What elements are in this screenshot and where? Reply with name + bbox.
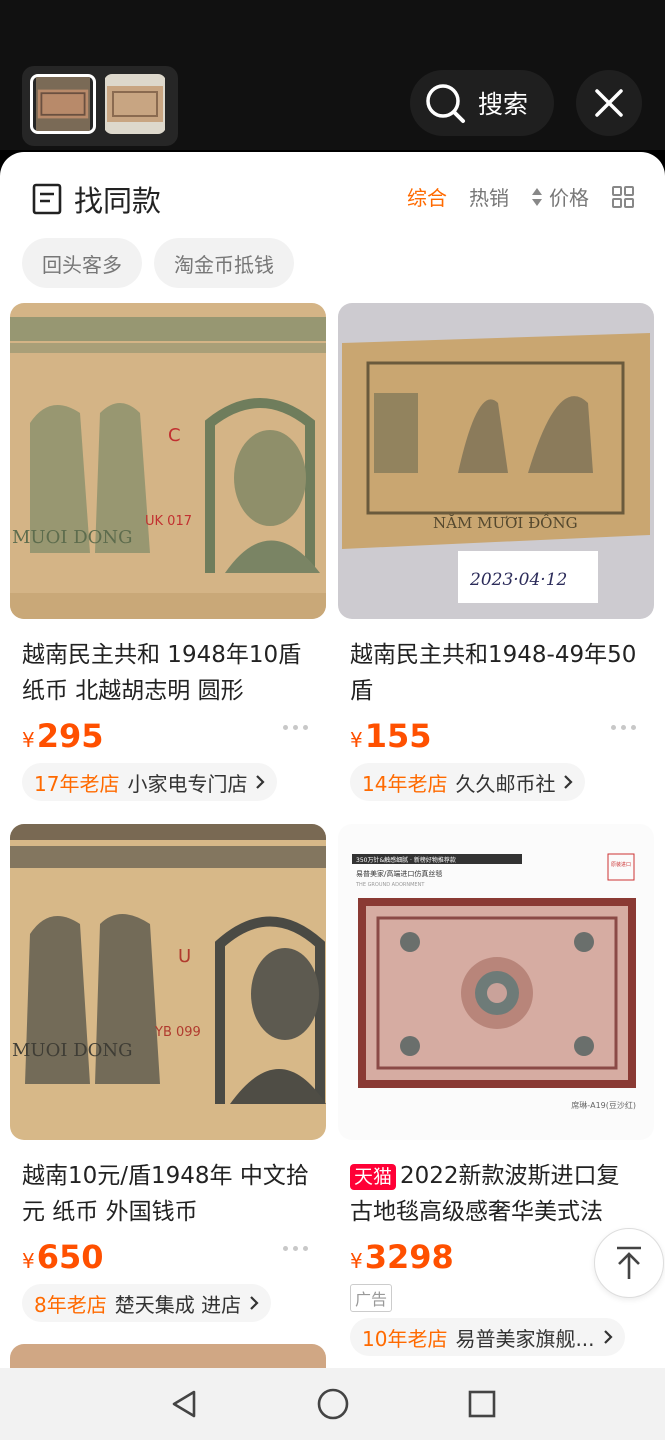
chevron-right-icon <box>256 775 266 789</box>
title-wrap: 找同款 <box>32 178 161 220</box>
camera-top-bar: 搜索 <box>0 0 665 150</box>
product-price: 155 <box>364 717 432 755</box>
shop-link[interactable]: 14年老店 久久邮币社 <box>350 763 586 801</box>
shop-link[interactable]: 17年老店 小家电专门店 <box>22 763 278 801</box>
currency-symbol: ¥ <box>22 1249 35 1273</box>
shop-age: 17年老店 <box>34 771 120 796</box>
list-icon <box>32 183 62 215</box>
close-icon <box>595 89 623 117</box>
product-title: 越南民主共和 1948年10盾 纸币 北越胡志明 圆形 <box>22 642 302 704</box>
thumbnail-1[interactable] <box>30 74 96 134</box>
svg-text:U: U <box>178 946 191 967</box>
price-row: ¥ 650 <box>22 1238 314 1278</box>
price-row: ¥ 295 <box>22 717 314 757</box>
shop-name: 易普美家旗舰... <box>455 1326 595 1351</box>
shop-link[interactable]: 8年老店 楚天集成 进店 <box>22 1284 272 1322</box>
ad-stamp-text: 原装进口 <box>611 861 631 868</box>
shop-age: 8年老店 <box>34 1292 107 1317</box>
currency-symbol: ¥ <box>22 728 35 752</box>
product-title: 天猫 2022新款波斯进口复古地毯高级感奢华美式法 <box>350 1158 642 1230</box>
recents-square-icon[interactable] <box>467 1389 497 1419</box>
shop-name: 小家电专门店 <box>127 771 248 796</box>
currency-symbol: ¥ <box>350 728 363 752</box>
sheet-title: 找同款 <box>74 184 162 218</box>
shop-age: 10年老店 <box>362 1326 448 1351</box>
banknote-image-icon: C UK 017 MUOI DONG <box>10 303 326 619</box>
chevron-right-icon <box>250 1296 259 1310</box>
chip-taojinbi[interactable]: 淘金币抵钱 <box>154 238 294 288</box>
shop-link[interactable]: 10年老店 易普美家旗舰... <box>350 1318 625 1356</box>
search-button[interactable]: 搜索 <box>410 70 554 136</box>
banknote-image-icon: U YB 099 MUOI DONG <box>10 824 326 1140</box>
search-image-thumbnails <box>22 66 178 146</box>
shop-name: 久久邮币社 <box>455 771 556 796</box>
photo-date-label: 2023·04·12 <box>469 570 567 590</box>
product-image-partial[interactable] <box>10 1344 326 1368</box>
currency-symbol: ¥ <box>350 1249 363 1273</box>
product-price: 650 <box>36 1238 104 1276</box>
shop-age: 14年老店 <box>362 771 448 796</box>
product-card[interactable]: C UK 017 MUOI DONG 越南民主共和 1948年10盾 纸币 北越… <box>10 303 326 801</box>
chip-repeat-customers[interactable]: 回头客多 <box>22 238 142 288</box>
find-same-sheet: 找同款 综合 热销 价格 回头客多 淘金币抵钱 C UK 017 MUOI DO… <box>0 152 665 1368</box>
filter-chips: 回头客多 淘金币抵钱 <box>22 238 294 288</box>
svg-text:MUOI DONG: MUOI DONG <box>12 527 133 548</box>
close-button[interactable] <box>576 70 642 136</box>
product-price: 3298 <box>364 1238 454 1276</box>
shop-name: 楚天集成 进店 <box>114 1292 242 1317</box>
system-nav-bar <box>0 1368 665 1440</box>
chevron-right-icon <box>603 1330 613 1344</box>
chevron-right-icon <box>564 775 574 789</box>
back-to-top-icon <box>617 1246 641 1279</box>
product-title: 越南10元/盾1948年 中文拾元 纸币 外国钱币 <box>22 1163 309 1225</box>
sort-arrows-icon <box>532 187 542 206</box>
svg-text:MUOI DONG: MUOI DONG <box>12 1040 133 1061</box>
sort-bestselling[interactable]: 热销 <box>469 182 509 211</box>
grid-view-icon[interactable] <box>611 185 635 209</box>
ad-caption-text: 席琳-A19(豆沙红) <box>571 1100 636 1110</box>
product-image[interactable]: 350万针&触感细腻 · 新榜好物推荐款 易普美家/高端进口仿真丝毯 THE G… <box>338 824 654 1140</box>
back-to-top-button[interactable] <box>594 1228 664 1298</box>
more-options-icon[interactable] <box>283 725 308 730</box>
product-card[interactable]: NĂM MƯƠI ĐỒNG 2023·04·12 越南民主共和1948-49年5… <box>338 303 654 801</box>
ad-subtitle-text: THE GROUND ADORNMENT <box>355 882 425 888</box>
thumbnail-2[interactable] <box>104 74 166 134</box>
tmall-badge: 天猫 <box>350 1164 397 1190</box>
home-circle-icon[interactable] <box>316 1387 350 1421</box>
more-options-icon[interactable] <box>611 725 636 730</box>
product-price: 295 <box>36 717 104 755</box>
product-image[interactable]: U YB 099 MUOI DONG <box>10 824 326 1140</box>
ad-banner-text: 350万针&触感细腻 · 新榜好物推荐款 <box>356 856 456 864</box>
carpet-image-icon: 350万针&触感细腻 · 新榜好物推荐款 易普美家/高端进口仿真丝毯 THE G… <box>338 824 654 1140</box>
svg-text:UK 017: UK 017 <box>145 514 192 529</box>
product-card[interactable]: U YB 099 MUOI DONG 越南10元/盾1948年 中文拾元 纸币 … <box>10 824 326 1322</box>
banknote-image-icon: NĂM MƯƠI ĐỒNG 2023·04·12 <box>338 303 654 619</box>
sort-comprehensive[interactable]: 综合 <box>407 182 447 211</box>
sheet-header: 找同款 综合 热销 价格 <box>0 174 665 226</box>
more-options-icon[interactable] <box>283 1246 308 1251</box>
search-icon <box>426 84 465 123</box>
banknote-thumbnail-icon <box>36 77 90 131</box>
sort-price-label: 价格 <box>549 186 589 210</box>
svg-text:C: C <box>168 425 181 446</box>
ad-tag: 广告 <box>350 1284 393 1312</box>
ad-brand-text: 易普美家/高端进口仿真丝毯 <box>356 869 442 878</box>
product-image[interactable]: NĂM MƯƠI ĐỒNG 2023·04·12 <box>338 303 654 619</box>
product-title: 越南民主共和1948-49年50盾 <box>350 642 637 704</box>
sort-options: 综合 热销 价格 <box>407 182 635 211</box>
svg-text:YB 099: YB 099 <box>154 1025 201 1040</box>
back-triangle-icon[interactable] <box>168 1388 200 1420</box>
search-label: 搜索 <box>478 90 529 119</box>
price-row: ¥ 155 <box>350 717 642 757</box>
banknote-thumbnail-icon <box>105 74 165 134</box>
banknote-caption: NĂM MƯƠI ĐỒNG <box>433 512 578 532</box>
product-image[interactable]: C UK 017 MUOI DONG <box>10 303 326 619</box>
sort-price[interactable]: 价格 <box>531 182 589 211</box>
